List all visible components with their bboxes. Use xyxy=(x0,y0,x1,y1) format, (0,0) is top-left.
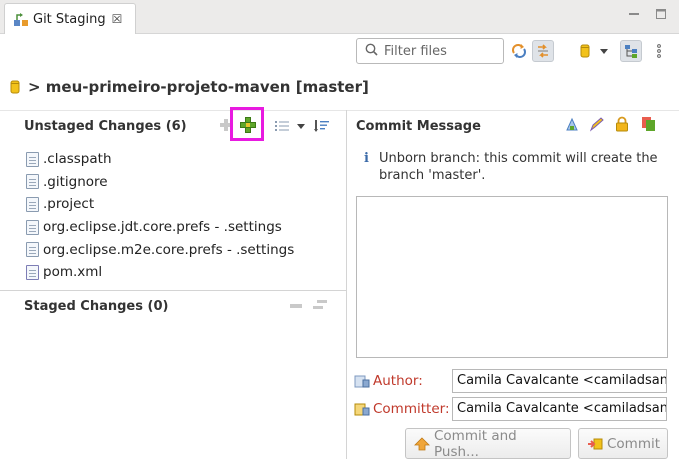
filter-files-box[interactable] xyxy=(356,38,504,64)
repository-button[interactable] xyxy=(574,40,596,62)
file-name: pom.xml xyxy=(43,264,103,281)
committer-label: Committer: xyxy=(354,401,452,417)
pencil-icon xyxy=(589,117,604,132)
view-menu-button[interactable] xyxy=(652,40,666,62)
list-icon xyxy=(275,121,289,131)
list-item[interactable]: .classpath xyxy=(26,148,294,171)
presentation-dropdown[interactable] xyxy=(296,120,306,135)
gpg-sign-button[interactable] xyxy=(614,116,630,136)
git-staging-tab[interactable]: Git Staging ☒ xyxy=(4,3,136,34)
file-name: .classpath xyxy=(43,151,112,168)
search-icon xyxy=(365,43,378,60)
repository-icon xyxy=(580,44,590,58)
file-name: .project xyxy=(43,196,95,213)
file-icon xyxy=(26,219,39,235)
file-icon xyxy=(26,196,39,212)
view-tabbar: Git Staging ☒ xyxy=(0,0,679,34)
author-label: Author: xyxy=(354,373,452,389)
filter-files-input[interactable] xyxy=(384,43,499,59)
header-divider xyxy=(0,110,679,111)
add-change-id-button[interactable] xyxy=(641,116,659,136)
pane-divider[interactable] xyxy=(346,110,347,459)
committer-icon xyxy=(354,402,370,416)
list-item[interactable]: org.eclipse.jdt.core.prefs - .settings xyxy=(26,216,294,239)
list-item[interactable]: pom.xml xyxy=(26,261,294,284)
amend-button[interactable] xyxy=(564,117,580,137)
unstaged-changes-title: Unstaged Changes (6) xyxy=(24,119,187,134)
sign-off-button[interactable] xyxy=(589,116,605,136)
close-icon[interactable]: ☒ xyxy=(112,12,123,26)
section-divider[interactable] xyxy=(0,290,346,291)
commit-and-push-button[interactable]: Commit and Push... xyxy=(405,428,571,459)
file-icon xyxy=(26,174,39,190)
highlight-annotation xyxy=(230,107,264,141)
list-item[interactable]: org.eclipse.m2e.core.prefs - .settings xyxy=(26,238,294,261)
author-row: Author: Camila Cavalcante <camiladsan xyxy=(354,369,667,393)
list-item[interactable]: .gitignore xyxy=(26,171,294,194)
amend-icon xyxy=(566,117,578,131)
info-text: Unborn branch: this commit will create t… xyxy=(378,151,658,183)
xml-file-icon xyxy=(26,264,39,280)
file-icon xyxy=(26,151,39,167)
unborn-branch-info: i Unborn branch: this commit will create… xyxy=(364,150,669,184)
sort-button[interactable] xyxy=(314,118,330,138)
committer-row: Committer: Camila Cavalcante <camiladsan xyxy=(354,397,667,421)
file-name: .gitignore xyxy=(43,173,108,190)
refresh-button[interactable] xyxy=(508,40,530,62)
unstage-all-staged-button[interactable] xyxy=(312,298,328,316)
git-staging-icon xyxy=(13,11,29,27)
author-field[interactable]: Camila Cavalcante <camiladsan xyxy=(452,369,667,393)
link-selection-button[interactable] xyxy=(532,40,554,62)
unstaged-file-list: .classpath .gitignore .project org.eclip… xyxy=(26,148,294,284)
unstage-selected-button[interactable] xyxy=(289,300,303,315)
tab-title: Git Staging xyxy=(33,11,106,27)
maximize-icon[interactable] xyxy=(654,8,668,22)
chevron-down-icon xyxy=(297,124,305,129)
list-item[interactable]: .project xyxy=(26,193,294,216)
commit-message-title: Commit Message xyxy=(356,119,481,134)
file-name: org.eclipse.m2e.core.prefs - .settings xyxy=(43,241,295,258)
repository-icon xyxy=(10,80,20,94)
committer-field[interactable]: Camila Cavalcante <camiladsan xyxy=(452,397,667,421)
file-icon xyxy=(26,242,39,258)
remove-all-icon xyxy=(313,300,327,309)
commit-message-input[interactable] xyxy=(356,196,668,358)
file-name: org.eclipse.jdt.core.prefs - .settings xyxy=(43,219,282,236)
info-icon: i xyxy=(364,151,369,166)
author-icon xyxy=(354,374,370,388)
chevron-down-icon xyxy=(600,49,608,54)
repository-dropdown[interactable] xyxy=(596,40,612,62)
commit-push-icon xyxy=(414,436,430,451)
minimize-icon[interactable] xyxy=(627,8,641,22)
change-id-icon xyxy=(642,117,655,131)
more-vertical-icon xyxy=(657,44,661,58)
repository-header: > meu-primeiro-projeto-maven [master] xyxy=(8,76,369,98)
refresh-icon xyxy=(512,44,526,58)
list-presentation-button[interactable] xyxy=(275,119,289,137)
repository-title: > meu-primeiro-projeto-maven [master] xyxy=(28,78,369,96)
lock-icon xyxy=(616,116,628,132)
link-icon xyxy=(538,44,548,58)
commit-button[interactable]: Commit xyxy=(578,428,668,459)
staged-changes-title: Staged Changes (0) xyxy=(24,299,169,314)
sort-icon xyxy=(314,120,329,132)
tree-layout-icon xyxy=(625,45,637,58)
commit-icon xyxy=(587,437,603,451)
remove-icon xyxy=(290,304,302,308)
presentation-button[interactable] xyxy=(620,40,642,62)
